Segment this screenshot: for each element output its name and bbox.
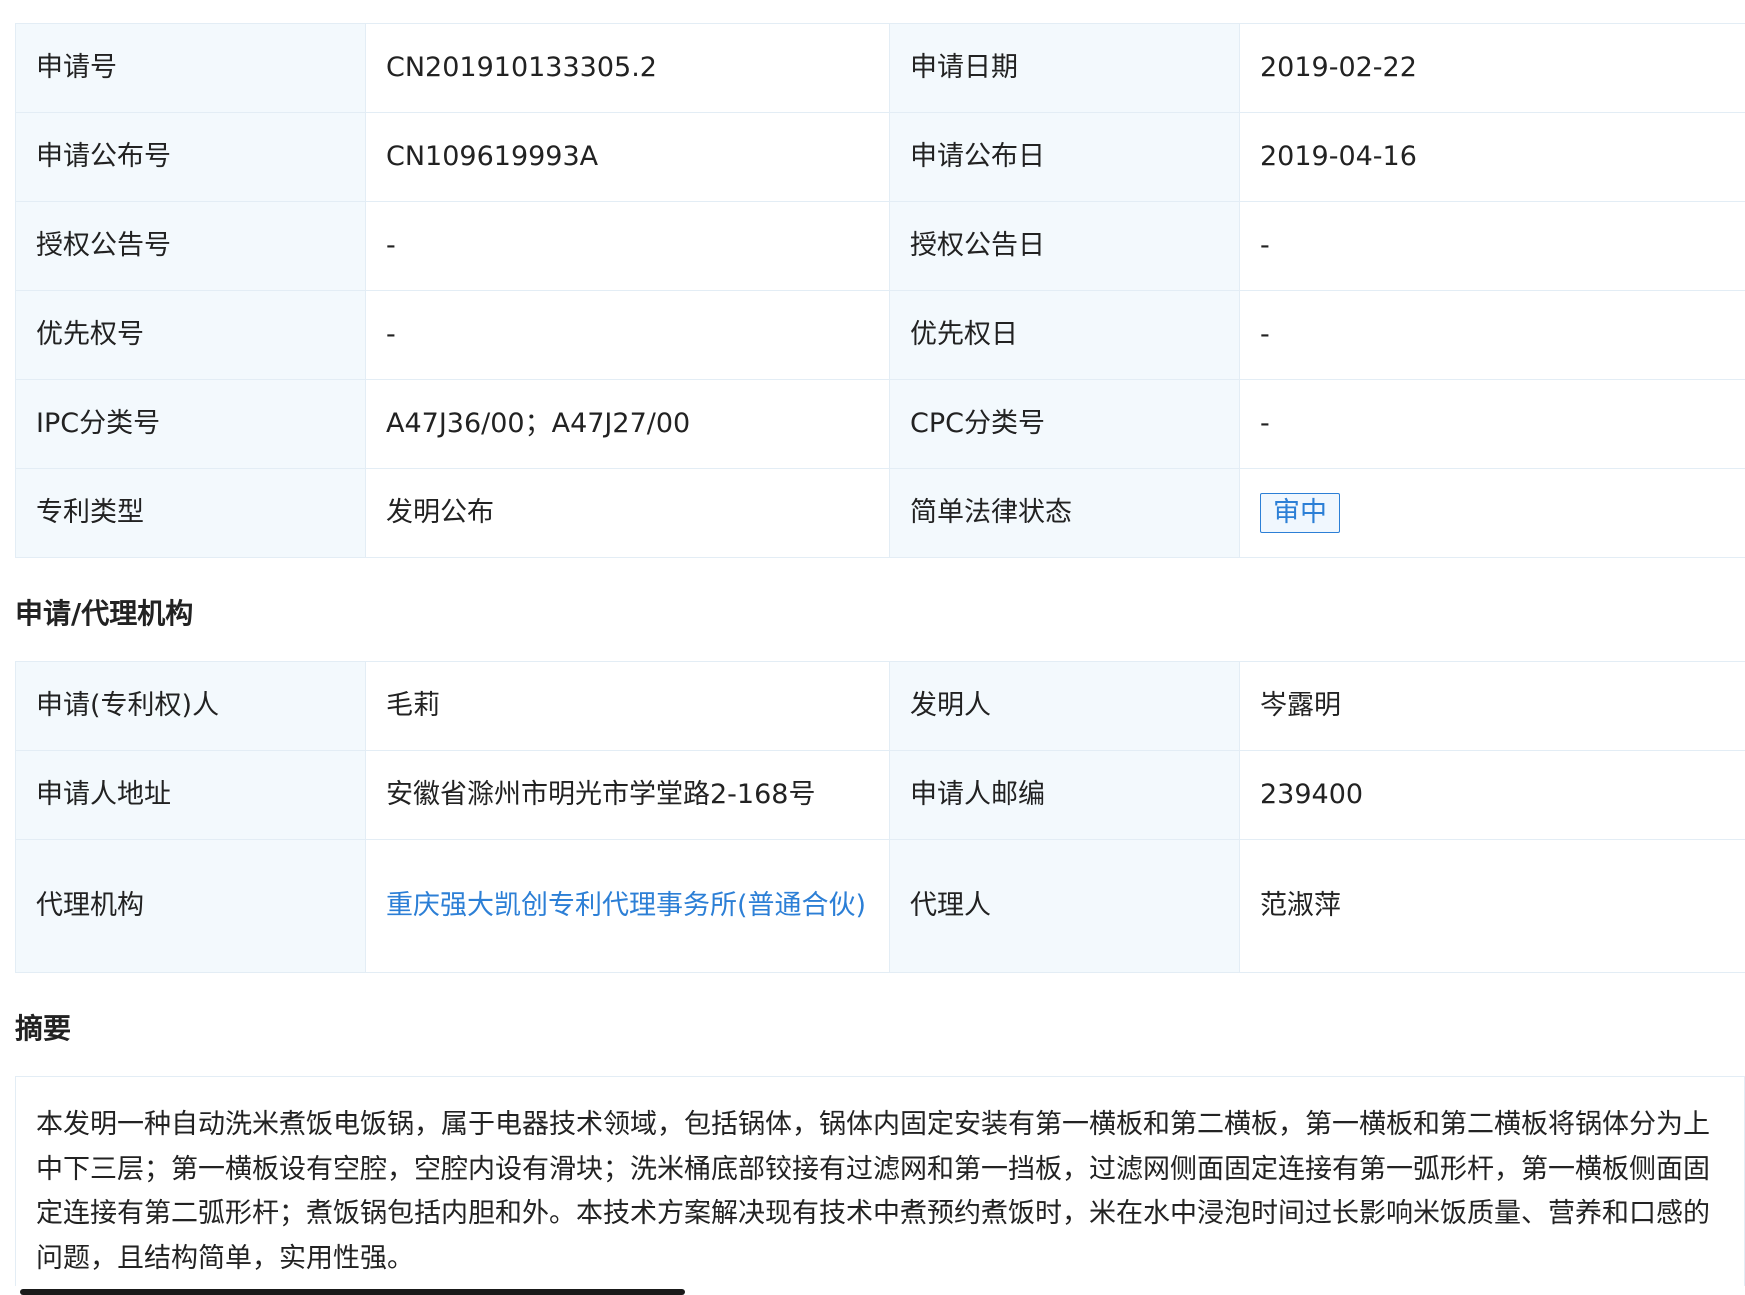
table-row: 申请人地址 安徽省滁州市明光市学堂路2-168号 申请人邮编 239400 <box>15 750 1745 840</box>
inventor-value: 岑露明 <box>1239 661 1745 751</box>
grant-number-value: - <box>365 201 890 291</box>
legal-status-cell: 审中 <box>1239 468 1745 558</box>
table-row: 优先权号 - 优先权日 - <box>15 290 1745 380</box>
application-number-label: 申请号 <box>15 23 366 113</box>
patent-type-value: 发明公布 <box>365 468 890 558</box>
table-row: 授权公告号 - 授权公告日 - <box>15 201 1745 291</box>
table-row: IPC分类号 A47J36/00；A47J27/00 CPC分类号 - <box>15 379 1745 469</box>
grant-date-value: - <box>1239 201 1745 291</box>
grant-number-label: 授权公告号 <box>15 201 366 291</box>
patent-detail-page: 申请号 CN201910133305.2 申请日期 2019-02-22 申请公… <box>0 0 1745 1295</box>
publication-date-value: 2019-04-16 <box>1239 112 1745 202</box>
ipc-class-value: A47J36/00；A47J27/00 <box>365 379 890 469</box>
publication-number-value: CN109619993A <box>365 112 890 202</box>
ipc-class-label: IPC分类号 <box>15 379 366 469</box>
postal-code-label: 申请人邮编 <box>889 750 1240 840</box>
legal-status-label: 简单法律状态 <box>889 468 1240 558</box>
table-row: 申请号 CN201910133305.2 申请日期 2019-02-22 <box>15 23 1745 113</box>
agency-label: 代理机构 <box>15 839 366 973</box>
abstract-box: 本发明一种自动洗米煮饭电饭锅，属于电器技术领域，包括锅体，锅体内固定安装有第一横… <box>15 1076 1745 1286</box>
agent-value: 范淑萍 <box>1239 839 1745 973</box>
applicant-section-title: 申请/代理机构 <box>15 597 194 630</box>
horizontal-scrollbar[interactable] <box>20 1289 685 1295</box>
grant-date-label: 授权公告日 <box>889 201 1240 291</box>
application-number-value: CN201910133305.2 <box>365 23 890 113</box>
abstract-section-title: 摘要 <box>15 1012 72 1045</box>
applicant-label: 申请(专利权)人 <box>15 661 366 751</box>
agent-label: 代理人 <box>889 839 1240 973</box>
cpc-class-label: CPC分类号 <box>889 379 1240 469</box>
table-row: 申请(专利权)人 毛莉 发明人 岑露明 <box>15 661 1745 751</box>
patent-type-label: 专利类型 <box>15 468 366 558</box>
inventor-label: 发明人 <box>889 661 1240 751</box>
cpc-class-value: - <box>1239 379 1745 469</box>
postal-code-value: 239400 <box>1239 750 1745 840</box>
agency-cell: 重庆强大凯创专利代理事务所(普通合伙) <box>365 839 890 973</box>
application-date-label: 申请日期 <box>889 23 1240 113</box>
applicant-value: 毛莉 <box>365 661 890 751</box>
patent-info-table: 申请号 CN201910133305.2 申请日期 2019-02-22 申请公… <box>15 23 1745 558</box>
publication-date-label: 申请公布日 <box>889 112 1240 202</box>
priority-number-label: 优先权号 <box>15 290 366 380</box>
application-date-value: 2019-02-22 <box>1239 23 1745 113</box>
priority-number-value: - <box>365 290 890 380</box>
agency-link[interactable]: 重庆强大凯创专利代理事务所(普通合伙) <box>386 890 866 921</box>
applicant-address-label: 申请人地址 <box>15 750 366 840</box>
publication-number-label: 申请公布号 <box>15 112 366 202</box>
applicant-address-value: 安徽省滁州市明光市学堂路2-168号 <box>365 750 890 840</box>
priority-date-label: 优先权日 <box>889 290 1240 380</box>
table-row: 申请公布号 CN109619993A 申请公布日 2019-04-16 <box>15 112 1745 202</box>
abstract-text: 本发明一种自动洗米煮饭电饭锅，属于电器技术领域，包括锅体，锅体内固定安装有第一横… <box>36 1109 1710 1274</box>
priority-date-value: - <box>1239 290 1745 380</box>
status-badge[interactable]: 审中 <box>1260 493 1340 533</box>
applicant-info-table: 申请(专利权)人 毛莉 发明人 岑露明 申请人地址 安徽省滁州市明光市学堂路2-… <box>15 661 1745 973</box>
table-row: 代理机构 重庆强大凯创专利代理事务所(普通合伙) 代理人 范淑萍 <box>15 839 1745 973</box>
table-row: 专利类型 发明公布 简单法律状态 审中 <box>15 468 1745 558</box>
